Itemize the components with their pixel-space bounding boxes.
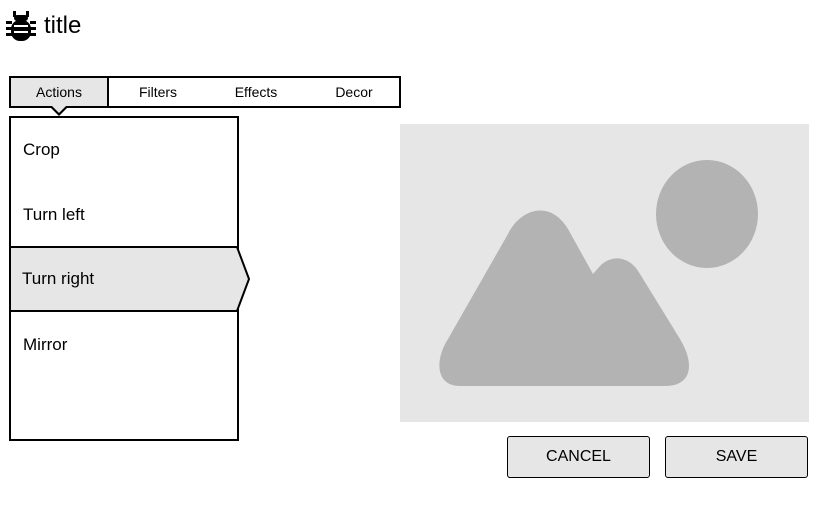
active-tab-pointer	[50, 106, 68, 116]
tab-decor[interactable]: Decor	[305, 78, 403, 106]
bug-icon	[6, 11, 36, 41]
tab-label: Decor	[335, 84, 373, 100]
cancel-button[interactable]: CANCEL	[507, 436, 650, 478]
tab-label: Actions	[36, 84, 82, 100]
action-item-label: Turn right	[22, 269, 95, 288]
action-item-turn-right[interactable]: Turn right	[9, 246, 251, 312]
header: title	[6, 8, 81, 44]
tab-label: Filters	[138, 84, 178, 100]
action-item-label: Crop	[23, 140, 60, 159]
image-placeholder-icon	[400, 124, 809, 422]
tab-effects[interactable]: Effects	[207, 78, 305, 106]
page-title: title	[44, 12, 82, 39]
action-item-mirror[interactable]: Mirror	[11, 313, 237, 377]
action-item-label: Mirror	[23, 335, 68, 354]
tab-bar: Actions Filters Effects Decor	[9, 76, 403, 116]
image-preview	[400, 124, 809, 422]
save-button-label: SAVE	[715, 448, 758, 465]
tab-actions[interactable]: Actions	[11, 78, 109, 116]
page: title Actions Filters Effects Decor Crop…	[0, 0, 822, 520]
cancel-button-label: CANCEL	[546, 448, 611, 465]
tab-label: Effects	[234, 84, 278, 100]
tab-filters[interactable]: Filters	[109, 78, 207, 106]
action-item-label: Turn left	[23, 205, 85, 224]
action-item-crop[interactable]: Crop	[11, 118, 237, 182]
save-button[interactable]: SAVE	[665, 436, 808, 478]
action-item-turn-left[interactable]: Turn left	[11, 183, 237, 247]
